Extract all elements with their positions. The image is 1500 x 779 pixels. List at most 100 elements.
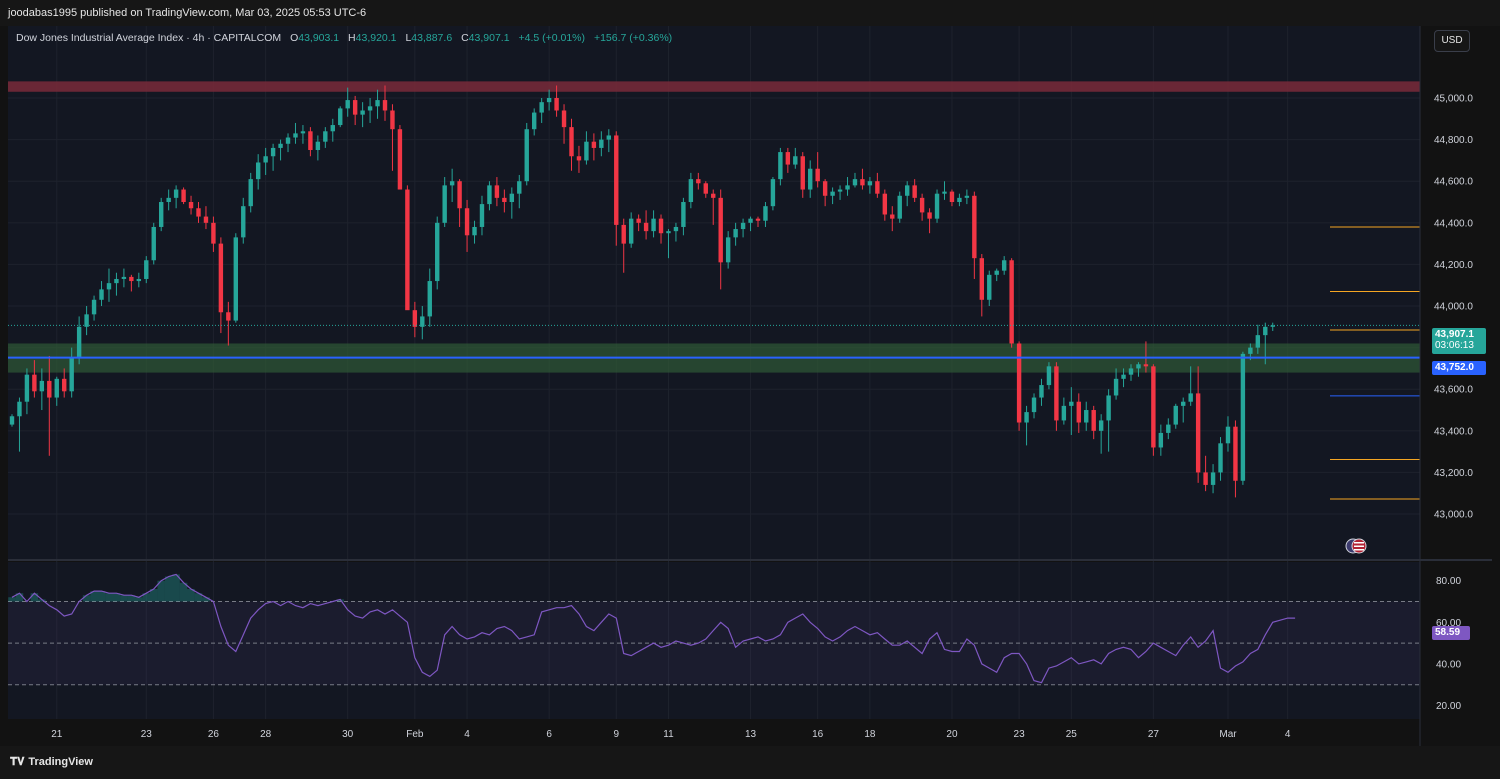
candle-body xyxy=(106,283,112,290)
open-value: 43,903.1 xyxy=(298,32,340,44)
candle-body xyxy=(129,276,134,282)
candle-body xyxy=(91,299,97,315)
candle-body xyxy=(569,127,574,157)
candle-body xyxy=(919,197,925,213)
candle-body xyxy=(1016,343,1022,423)
time-tick-label: 18 xyxy=(864,729,876,740)
candle-body xyxy=(114,278,119,284)
candle-body xyxy=(278,143,283,148)
candle-body xyxy=(1046,366,1052,386)
candle-body xyxy=(464,208,470,236)
candle-body xyxy=(241,206,246,238)
candle-body xyxy=(24,374,30,402)
candle-body xyxy=(99,289,104,300)
candle-body xyxy=(62,378,67,392)
time-tick-label: 13 xyxy=(745,729,757,740)
candle-body xyxy=(1166,424,1171,433)
candle-body xyxy=(532,112,537,130)
time-axis[interactable]: 21 23 26 28 30 Feb 4 6 9 11 13 16 18 20 23 25 27 Mar 4 xyxy=(51,729,1291,740)
candle-body xyxy=(1128,368,1134,375)
candle-body xyxy=(218,243,224,313)
price-tick-label: 43,600.0 xyxy=(1434,385,1473,396)
candle-body xyxy=(554,98,559,111)
price-tick-label: 44,400.0 xyxy=(1434,218,1473,229)
candle-body xyxy=(1158,432,1164,448)
candle-body xyxy=(1009,260,1014,344)
candle-body xyxy=(740,222,746,230)
candle-body xyxy=(1039,385,1044,398)
candle-body xyxy=(584,141,589,161)
chart-canvas[interactable]: 45,000.0 44,800.0 44,600.0 44,400.0 44,200.0… xyxy=(8,26,1492,746)
candle-body xyxy=(203,216,209,223)
time-tick-label: 27 xyxy=(1148,729,1160,740)
price-tick-label: 45,000.0 xyxy=(1434,94,1473,105)
candle-body xyxy=(696,179,701,184)
candle-body xyxy=(226,312,231,321)
price-tick-label: 43,400.0 xyxy=(1434,426,1473,437)
candle-body xyxy=(330,125,335,132)
candle-body xyxy=(1240,353,1246,481)
candle-body xyxy=(412,310,418,327)
change-value: +4.5 (+0.01%) xyxy=(518,32,586,44)
rsi-value-tag: 58.59 xyxy=(1432,626,1470,640)
currency-button[interactable]: USD xyxy=(1434,30,1470,52)
time-tick-label: 6 xyxy=(546,729,552,740)
candle-body xyxy=(725,237,731,263)
candle-body xyxy=(502,197,507,203)
candle-body xyxy=(1255,335,1261,348)
candle-body xyxy=(800,156,805,190)
price-tick-label: 43,000.0 xyxy=(1434,510,1473,521)
time-tick-label: 21 xyxy=(51,729,63,740)
candle-body xyxy=(449,181,455,186)
candle-body xyxy=(173,189,179,198)
time-tick-label: Mar xyxy=(1219,729,1237,740)
candle-body xyxy=(494,185,500,198)
time-tick-label: 30 xyxy=(342,729,354,740)
tv-logo-icon: 𝐓𝐕 xyxy=(10,756,25,768)
candle-body xyxy=(352,100,358,115)
candle-body xyxy=(196,208,201,217)
candle-body xyxy=(614,135,619,225)
candle-body xyxy=(487,185,492,205)
candle-body xyxy=(1181,401,1186,406)
candle-body xyxy=(681,202,686,227)
candle-body xyxy=(815,168,820,182)
bar-countdown: 03:06:13 xyxy=(1435,340,1474,351)
candle-body xyxy=(285,137,291,144)
price-axis[interactable]: 45,000.0 44,800.0 44,600.0 44,400.0 44,200.0… xyxy=(1434,94,1473,521)
candle-body xyxy=(255,162,261,180)
candle-body xyxy=(1076,401,1081,423)
candle-body xyxy=(770,179,776,207)
candle-body xyxy=(367,106,373,111)
candle-body xyxy=(1151,366,1156,448)
candle-body xyxy=(733,229,738,238)
candle-body xyxy=(636,218,641,223)
candle-body xyxy=(427,281,432,317)
candle-body xyxy=(375,100,380,107)
candle-body xyxy=(576,156,582,161)
high-key: H xyxy=(348,32,356,44)
symbol-legend[interactable]: Dow Jones Industrial Average Index · 4h … xyxy=(16,32,672,44)
candle-body xyxy=(1069,401,1074,406)
candle-body xyxy=(159,202,164,227)
candle-body xyxy=(994,270,999,275)
candle-body xyxy=(949,191,955,203)
tradingview-logo[interactable]: 𝐓𝐕 TradingView xyxy=(10,756,93,769)
us-flag-icon[interactable] xyxy=(1345,538,1369,554)
candle-body xyxy=(166,197,171,203)
rsi-axis[interactable]: 80.0060.0040.0020.00 xyxy=(1436,576,1461,712)
symbol-title: Dow Jones Industrial Average Index · 4h … xyxy=(16,32,282,44)
price-tick-label: 44,200.0 xyxy=(1434,260,1473,271)
footer-bar: 𝐓𝐕 TradingView xyxy=(0,746,1500,779)
candle-body xyxy=(76,326,82,359)
candle-body xyxy=(718,197,723,263)
candle-body xyxy=(591,141,597,148)
candle-body xyxy=(457,181,462,209)
chart-frame[interactable]: 45,000.0 44,800.0 44,600.0 44,400.0 44,200.0… xyxy=(8,26,1492,746)
candle-body xyxy=(972,195,977,259)
candle-body xyxy=(1106,395,1111,421)
candle-body xyxy=(524,129,529,182)
candle-body xyxy=(405,189,410,311)
candle-body xyxy=(308,131,313,151)
time-tick-label: 11 xyxy=(663,729,674,740)
